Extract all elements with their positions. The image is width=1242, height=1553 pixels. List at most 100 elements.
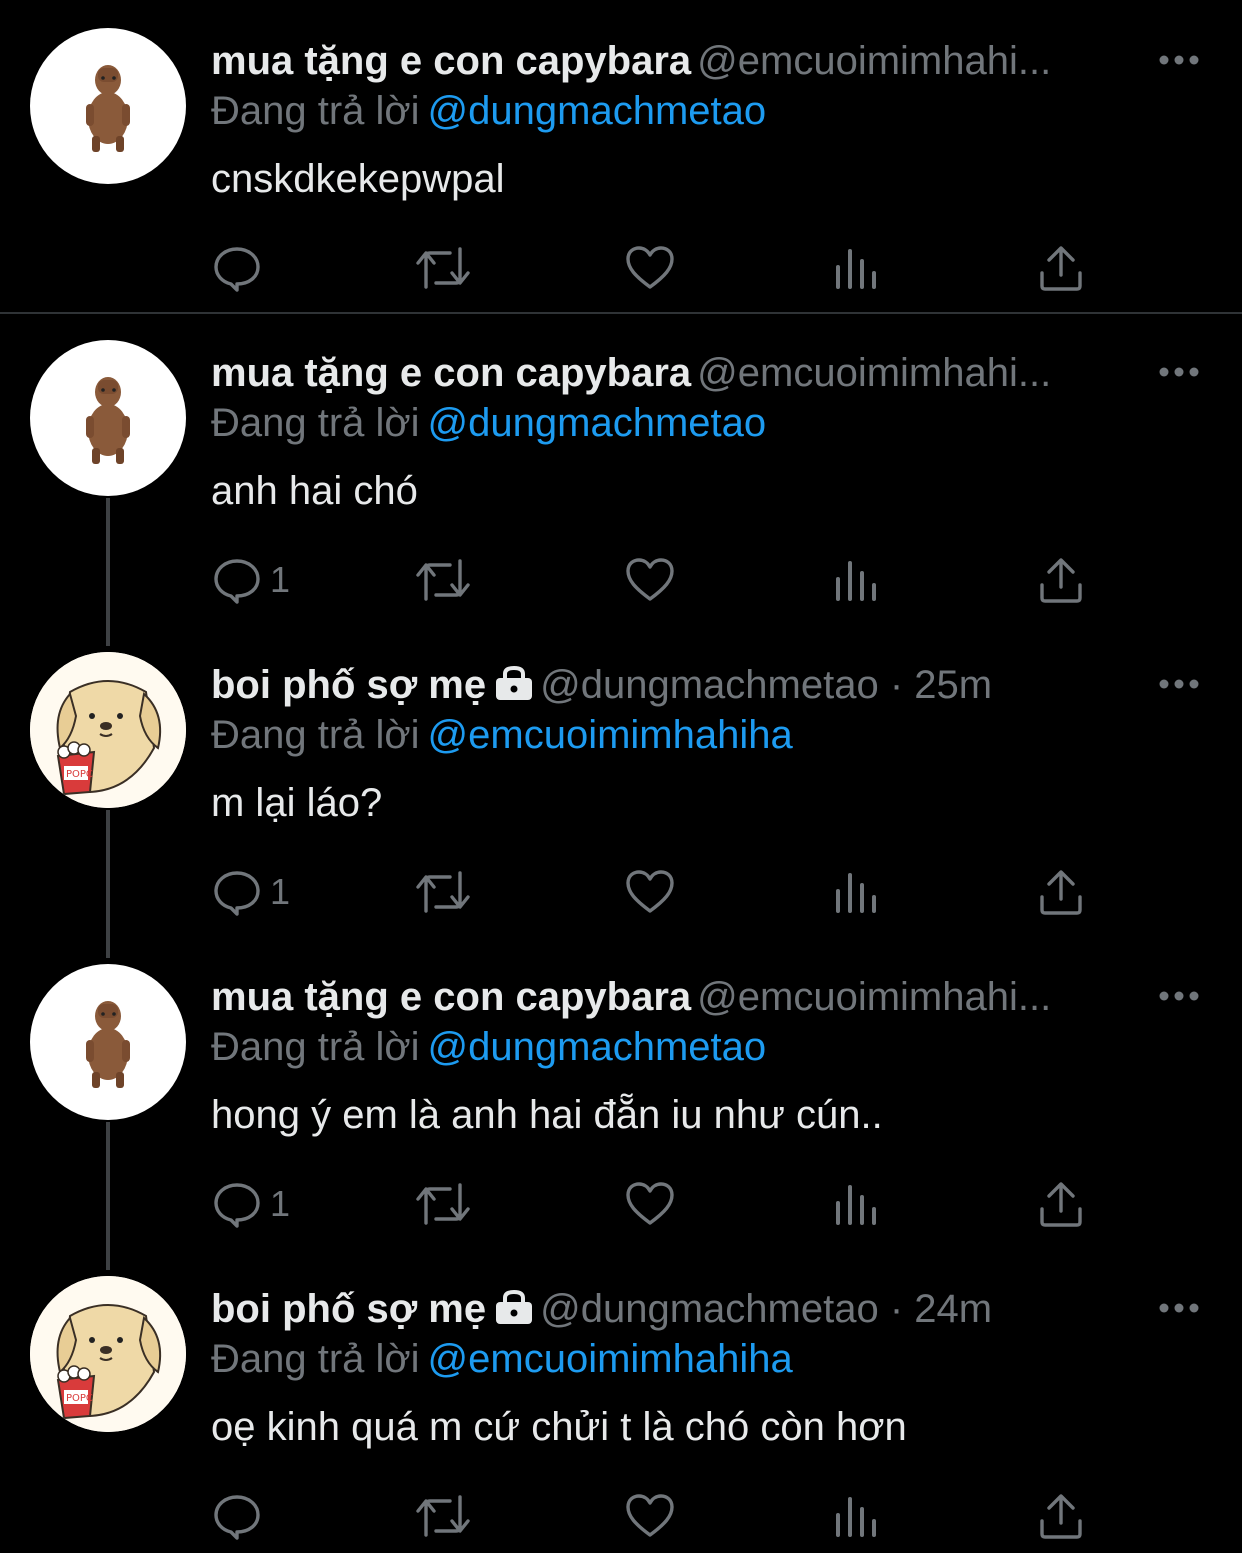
user-handle[interactable]: @emcuoimimhahi... [697,975,1051,1019]
views-icon [836,1497,876,1537]
tweet-actions [0,238,1242,298]
retweet-icon [416,1495,470,1537]
replying-to: Đang trả lời @dungmachmetao [211,86,766,136]
tweet-header: mua tặng e con capybara @emcuoimimhahi... [211,972,1151,1022]
like-icon [626,1182,674,1225]
tweet-text: cnskdkekepwpal [211,157,505,201]
like-button[interactable] [625,1486,675,1546]
like-icon [626,1494,674,1537]
tweet-header: mua tặng e con capybara @emcuoimimhahi... [211,36,1151,86]
replying-to: Đang trả lời @dungmachmetao [211,398,766,448]
reply-count: 1 [270,559,291,600]
reply-icon [214,1183,260,1228]
retweet-icon [416,559,470,601]
reply-mention-link[interactable]: @dungmachmetao [428,1025,767,1069]
tweet-actions: 1 [0,1174,1242,1234]
user-handle[interactable]: @emcuoimimhahi... [697,351,1051,395]
reply-mention-link[interactable]: @dungmachmetao [428,89,767,133]
tweet-text: anh hai chó [211,469,418,513]
retweet-button[interactable] [414,1486,472,1546]
reply-icon [214,247,260,292]
lock-icon [496,666,533,700]
views-button[interactable] [833,1486,879,1546]
tweet-header: boi phố sợ mẹ @dungmachmetao · 24m [211,1284,1151,1334]
retweet-icon [416,247,470,289]
more-icon[interactable] [1158,986,1200,1006]
reply-mention-link[interactable]: @emcuoimimhahiha [428,713,793,757]
share-icon [1040,558,1082,603]
display-name[interactable]: mua tặng e con capybara [211,351,691,395]
share-button[interactable] [1038,550,1084,610]
tweet-header: boi phố sợ mẹ @dungmachmetao · 25m [211,660,1151,710]
views-icon [836,561,876,601]
retweet-button[interactable] [414,1174,472,1234]
tweet-header: mua tặng e con capybara @emcuoimimhahi... [211,348,1151,398]
reply-prefix: Đang trả lời [211,1025,420,1069]
share-button[interactable] [1038,1174,1084,1234]
views-button[interactable] [833,862,879,922]
reply-mention-link[interactable]: @emcuoimimhahiha [428,1337,793,1381]
like-button[interactable] [625,1174,675,1234]
more-icon[interactable] [1158,362,1200,382]
display-name[interactable]: mua tặng e con capybara [211,39,691,83]
views-button[interactable] [833,238,879,298]
tweet-text: hong ý em là anh hai đẵn iu như cún.. [211,1093,883,1137]
like-button[interactable] [625,550,675,610]
user-handle[interactable]: @dungmachmetao · 24m [540,1287,992,1331]
user-handle[interactable]: @emcuoimimhahi... [697,39,1051,83]
share-button[interactable] [1038,238,1084,298]
more-icon[interactable] [1158,1298,1200,1318]
retweet-button[interactable] [414,550,472,610]
views-button[interactable] [833,1174,879,1234]
share-icon [1040,870,1082,915]
capybara-avatar[interactable] [30,28,186,184]
reply-button[interactable] [212,238,270,298]
share-icon [1040,246,1082,291]
like-icon [626,246,674,289]
retweet-button[interactable] [414,862,472,922]
capybara-avatar[interactable] [30,340,186,496]
replying-to: Đang trả lời @dungmachmetao [211,1022,766,1072]
views-icon [836,249,876,289]
display-name[interactable]: mua tặng e con capybara [211,975,691,1019]
lock-icon [496,1290,533,1324]
reply-mention-link[interactable]: @dungmachmetao [428,401,767,445]
like-button[interactable] [625,862,675,922]
popcorn-label: POPC [66,1393,93,1404]
dog-popcorn-avatar[interactable]: POPC [30,652,186,808]
replying-to: Đang trả lời @emcuoimimhahiha [211,710,793,760]
like-button[interactable] [625,238,675,298]
share-button[interactable] [1038,1486,1084,1546]
dog-popcorn-avatar[interactable]: POPC [30,1276,186,1432]
views-button[interactable] [833,550,879,610]
popcorn-label: POPC [66,769,93,780]
reply-button[interactable] [212,1486,270,1546]
reply-button[interactable]: 1 [212,862,290,922]
user-handle[interactable]: @dungmachmetao · 25m [540,663,992,707]
tweet-text: oẹ kinh quá m cứ chửi t là chó còn hơn [211,1405,907,1449]
reply-button[interactable]: 1 [212,1174,290,1234]
tweet-actions [0,1486,1242,1546]
display-name[interactable]: boi phố sợ mẹ [211,1287,486,1331]
reply-count: 1 [270,871,291,912]
views-icon [836,1185,876,1225]
retweet-button[interactable] [414,238,472,298]
reply-prefix: Đang trả lời [211,713,420,757]
display-name[interactable]: boi phố sợ mẹ [211,663,486,707]
reply-count: 1 [270,1183,291,1224]
share-button[interactable] [1038,862,1084,922]
capybara-avatar[interactable] [30,964,186,1120]
more-icon[interactable] [1158,50,1200,70]
tweet-actions: 1 [0,862,1242,922]
retweet-icon [416,1183,470,1225]
reply-button[interactable]: 1 [212,550,290,610]
more-icon[interactable] [1158,674,1200,694]
share-icon [1040,1182,1082,1227]
retweet-icon [416,871,470,913]
like-icon [626,870,674,913]
share-icon [1040,1494,1082,1539]
divider [0,312,1242,314]
reply-prefix: Đang trả lời [211,401,420,445]
reply-icon [214,1495,260,1540]
reply-prefix: Đang trả lời [211,1337,420,1381]
